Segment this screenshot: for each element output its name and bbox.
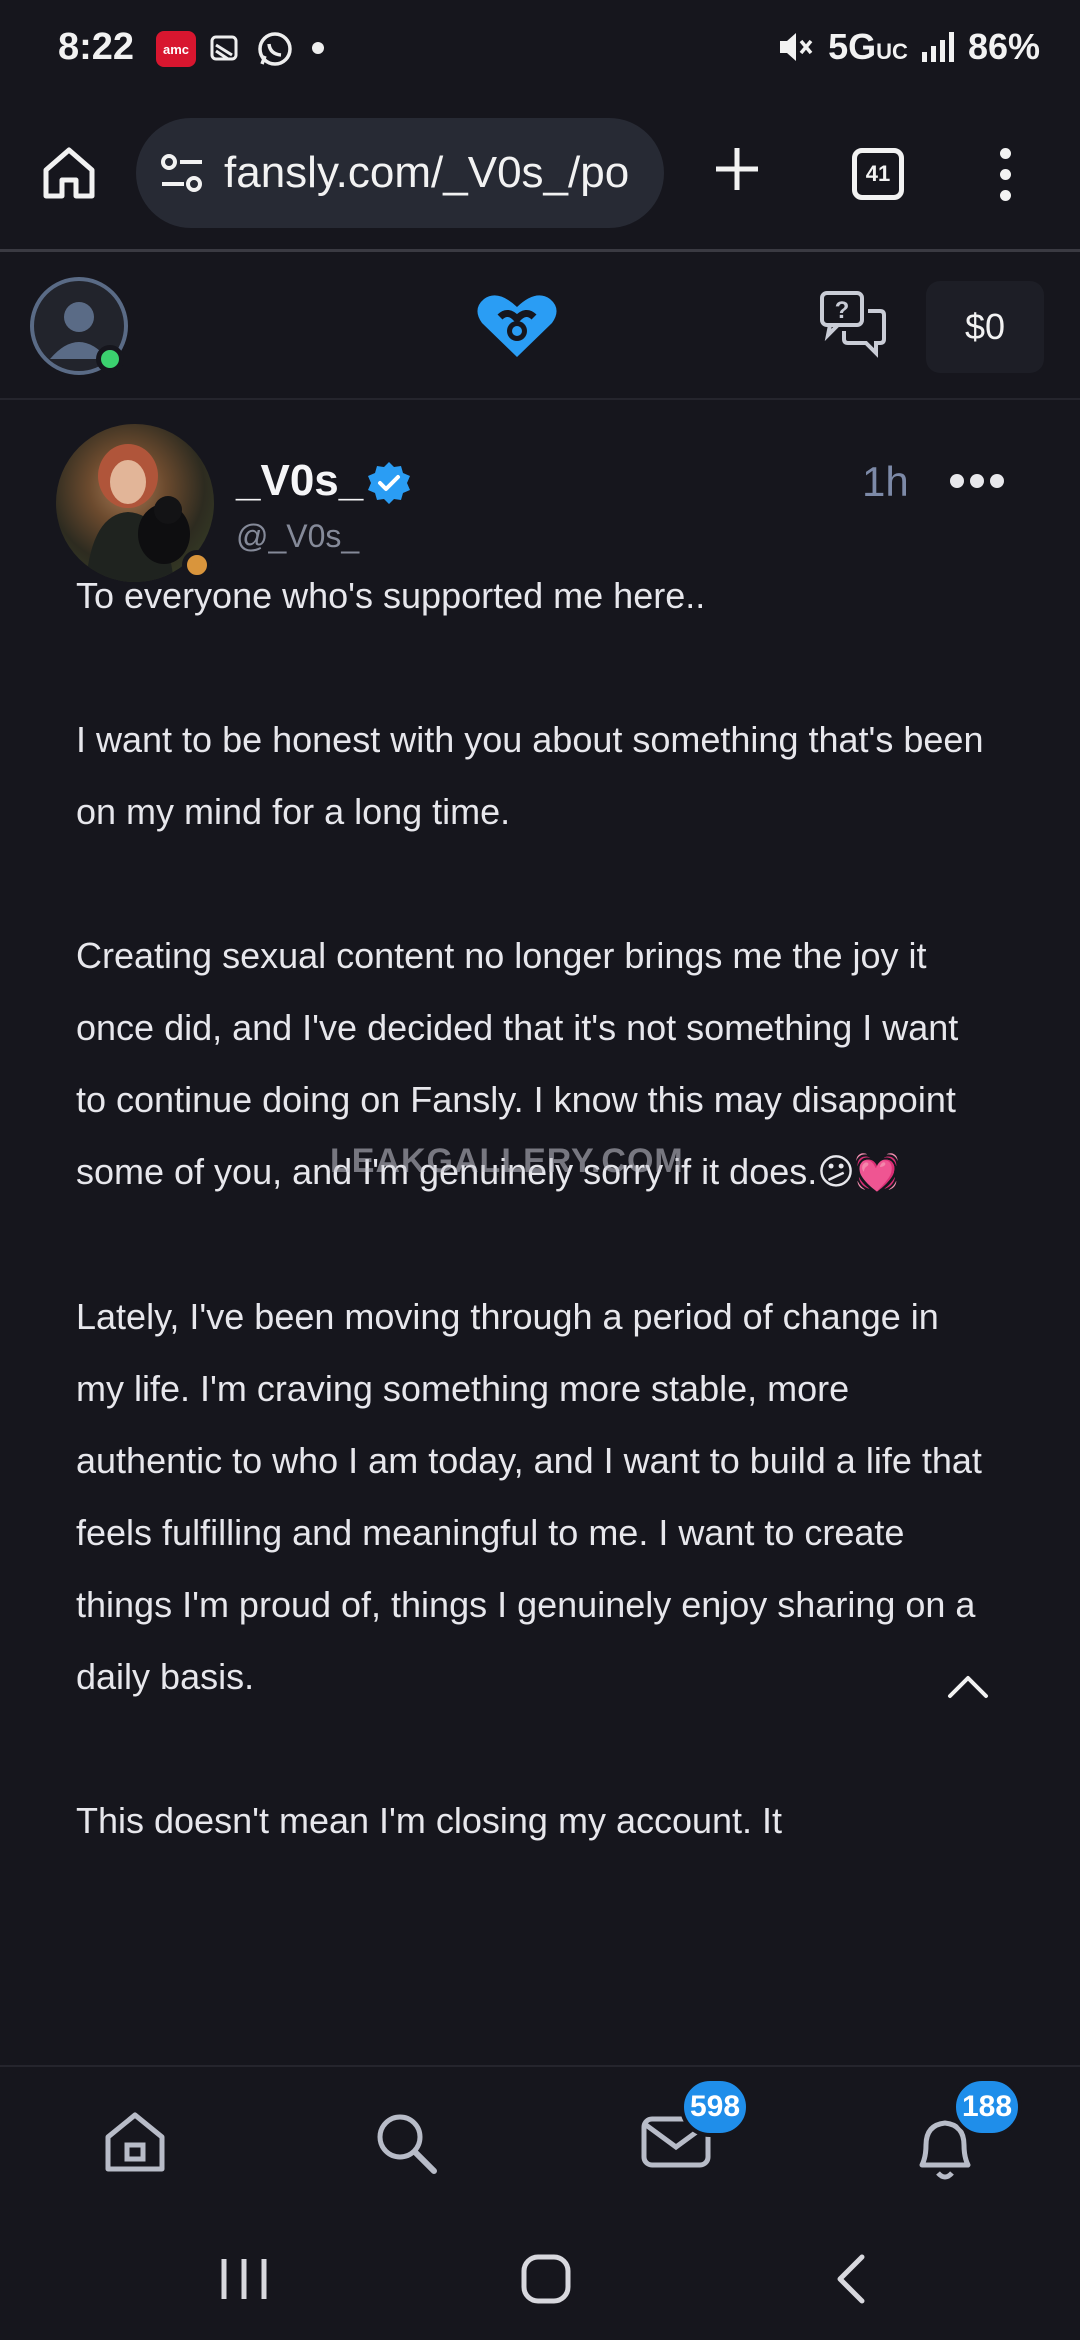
svg-text:?: ? — [835, 297, 850, 324]
site-header: ? $0 — [0, 255, 1080, 400]
notification-icons: amc — [156, 30, 294, 68]
notifications-badge: 188 — [952, 2077, 1023, 2137]
author-display-name[interactable]: _V0s_ — [236, 456, 363, 506]
address-bar[interactable]: fansly.com/_V0s_/po — [136, 118, 664, 228]
post-paragraph: I want to be honest with you about somet… — [76, 719, 984, 832]
post-text: To everyone who's supported me here.. I … — [76, 560, 996, 1929]
signal-icon — [921, 32, 954, 62]
status-right: 5GUC 86% — [776, 26, 1040, 68]
bottom-navigation: 598 188 — [0, 2065, 1080, 2215]
url-text[interactable]: fansly.com/_V0s_/po — [224, 148, 654, 198]
tab-switcher-button[interactable]: 41 — [852, 148, 904, 200]
status-time: 8:22 — [58, 26, 135, 68]
status-bar: 8:22 amc 5GUC 86% — [0, 0, 1080, 104]
stack-app-icon — [210, 35, 238, 61]
new-tab-icon[interactable] — [712, 144, 762, 194]
site-settings-icon[interactable] — [158, 150, 208, 198]
post-paragraph: Lately, I've been moving through a perio… — [76, 1296, 982, 1697]
messages-badge: 598 — [680, 2077, 751, 2137]
back-icon[interactable] — [830, 2253, 870, 2305]
messages-help-icon[interactable]: ? — [818, 289, 888, 359]
scroll-to-top-icon[interactable] — [940, 1660, 996, 1716]
fansly-logo-icon[interactable] — [474, 291, 560, 361]
amc-app-icon: amc — [156, 31, 196, 67]
home-button-icon[interactable] — [520, 2253, 572, 2305]
recent-apps-icon[interactable] — [218, 2255, 270, 2303]
post-paragraph: This doesn't mean I'm closing my account… — [76, 1800, 783, 1841]
home-nav-icon[interactable] — [100, 2107, 170, 2177]
search-nav-icon[interactable] — [370, 2107, 442, 2179]
more-notifications-dot — [312, 42, 324, 54]
network-label: 5GUC — [828, 26, 908, 67]
post-card: _V0s_ @_V0s_ 1h To everyone who's suppor… — [0, 400, 1080, 2065]
system-navigation-bar — [0, 2215, 1080, 2340]
emoji-group: 😕💓 — [817, 1152, 900, 1193]
verified-badge-icon — [368, 462, 410, 504]
mute-icon — [780, 33, 813, 61]
online-status-dot — [96, 345, 124, 373]
wallet-balance-button[interactable]: $0 — [926, 281, 1044, 373]
browser-menu-icon[interactable] — [1000, 148, 1011, 201]
home-icon[interactable] — [40, 144, 98, 202]
watermark-text: LEAKGALLERY.COM — [330, 1142, 684, 1180]
author-handle[interactable]: @_V0s_ — [236, 518, 359, 555]
whatsapp-icon — [258, 32, 292, 66]
battery-level: 86% — [967, 26, 1040, 67]
post-timestamp[interactable]: 1h — [862, 458, 909, 506]
browser-toolbar: fansly.com/_V0s_/po 41 — [0, 104, 1080, 252]
post-paragraph: To everyone who's supported me here.. — [76, 575, 706, 616]
post-options-icon[interactable] — [950, 474, 1004, 488]
